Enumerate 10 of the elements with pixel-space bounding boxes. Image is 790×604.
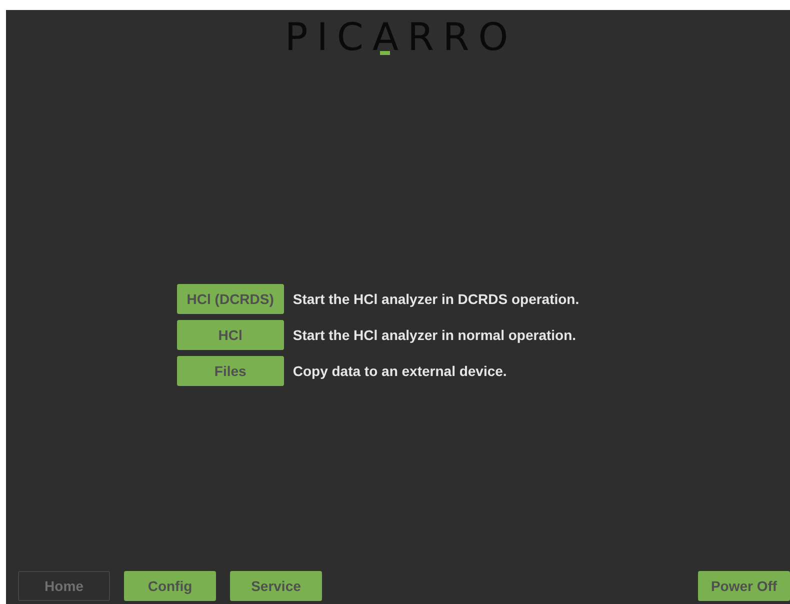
- nav-button[interactable]: Config: [124, 571, 216, 601]
- logo-accent-icon: [380, 51, 390, 55]
- mode-description: Start the HCl analyzer in normal operation.: [292, 327, 578, 343]
- mode-button[interactable]: Files: [176, 356, 284, 386]
- mode-button[interactable]: HCl: [176, 320, 284, 350]
- mode-description: Start the HCl analyzer in DCRDS operation.: [292, 291, 580, 307]
- nav-button[interactable]: Service: [230, 571, 322, 601]
- mode-description: Copy data to an external device.: [292, 363, 508, 379]
- mode-button[interactable]: HCl (DCRDS): [176, 284, 284, 314]
- power-off-button[interactable]: Power Off: [698, 571, 790, 601]
